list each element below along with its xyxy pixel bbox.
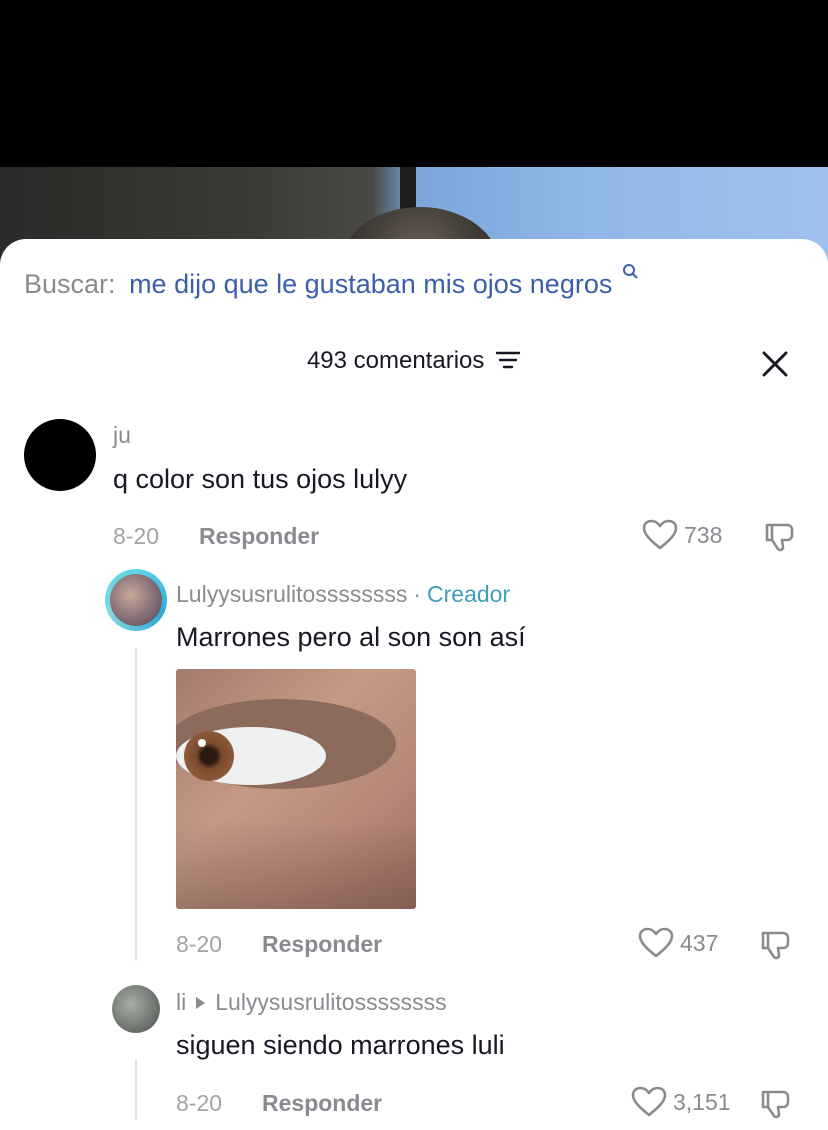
- reply-button[interactable]: Responder: [262, 1090, 382, 1117]
- heart-icon: [631, 1086, 667, 1117]
- dislike-icon[interactable]: [759, 928, 793, 962]
- comment-text: Marrones pero al son son así: [176, 622, 526, 652]
- dislike-icon[interactable]: [763, 520, 797, 554]
- comment-username[interactable]: li Lulyysusrulitossssssss: [176, 989, 447, 1016]
- dislike-icon[interactable]: [759, 1087, 793, 1121]
- video-letterbox: [0, 0, 828, 167]
- search-suggestion[interactable]: Buscar: me dijo que le gustaban mis ojos…: [24, 264, 638, 300]
- username-text[interactable]: Lulyysusrulitossssssss: [176, 581, 407, 607]
- thread-line: [135, 1059, 137, 1119]
- search-query-link[interactable]: me dijo que le gustaban mis ojos negros: [129, 269, 612, 299]
- search-icon: [622, 255, 638, 279]
- comment-count: 493 comentarios: [306, 347, 485, 374]
- comment-text: siguen siendo marrones luli: [176, 1030, 505, 1060]
- like-button[interactable]: 738: [642, 519, 722, 551]
- like-count: 3,151: [673, 1088, 731, 1115]
- comment-username[interactable]: Lulyysusrulitossssssss · Creador: [176, 581, 510, 608]
- comments-header: 493 comentarios: [0, 347, 828, 375]
- comments-sheet: Buscar: me dijo que le gustaban mis ojos…: [0, 239, 828, 1130]
- reply-button[interactable]: Responder: [199, 523, 319, 550]
- photo-shadow: [176, 819, 416, 909]
- separator-dot: ·: [413, 581, 422, 607]
- comment-username[interactable]: ju: [113, 422, 131, 449]
- creator-avatar-image: [110, 574, 162, 626]
- search-label: Buscar:: [24, 269, 116, 299]
- filter-icon[interactable]: [495, 349, 521, 369]
- heart-icon: [642, 519, 678, 550]
- creator-avatar[interactable]: [105, 569, 167, 631]
- username-text[interactable]: li: [176, 989, 186, 1015]
- close-icon[interactable]: [760, 349, 790, 379]
- like-count: 437: [680, 929, 719, 956]
- comment-date: 8-20: [113, 523, 160, 549]
- photo-iris: [184, 731, 234, 781]
- avatar[interactable]: [24, 419, 96, 491]
- heart-icon: [638, 927, 674, 958]
- avatar[interactable]: [112, 985, 160, 1033]
- like-count: 738: [684, 521, 723, 548]
- photo-highlight: [198, 739, 206, 747]
- like-button[interactable]: 437: [638, 927, 718, 959]
- creator-badge: Creador: [427, 581, 511, 607]
- reply-to-username[interactable]: Lulyysusrulitossssssss: [215, 989, 446, 1015]
- thread-line: [135, 649, 137, 961]
- reply-arrow-icon: [196, 997, 206, 1009]
- comment-photo[interactable]: [176, 669, 416, 909]
- comment-date: 8-20: [176, 1090, 223, 1116]
- like-button[interactable]: 3,151: [631, 1086, 731, 1118]
- reply-button[interactable]: Responder: [262, 931, 382, 958]
- comment-text: q color son tus ojos lulyy: [113, 464, 408, 494]
- comment-date: 8-20: [176, 931, 223, 957]
